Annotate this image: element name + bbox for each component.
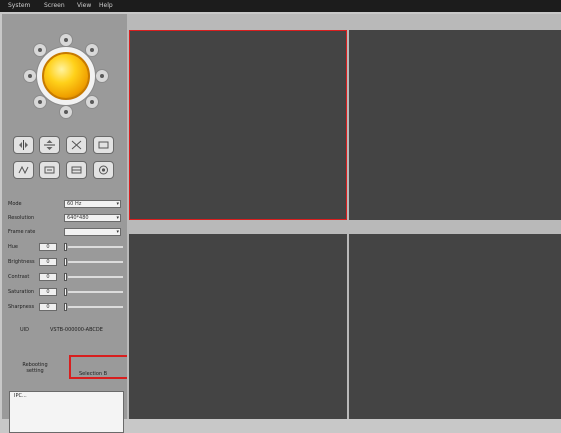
contrast-slider-track[interactable]: [68, 276, 123, 278]
ir-off-button[interactable]: [66, 161, 87, 179]
brightness-slider-track[interactable]: [68, 261, 123, 263]
saturation-value[interactable]: 0: [39, 288, 57, 296]
up-arrow-icon: [64, 38, 68, 42]
down-arrow-icon: [64, 110, 68, 114]
saturation-label: Saturation: [8, 289, 35, 295]
menu-help[interactable]: Help: [99, 2, 113, 10]
reboot-setting-button[interactable]: Rebooting setting: [16, 362, 54, 381]
resolution-value: 640*480: [67, 215, 89, 221]
chevron-down-icon: ▾: [116, 215, 119, 221]
contrast-label: Contrast: [8, 274, 30, 280]
brightness-slider-thumb[interactable]: [64, 258, 67, 266]
menu-view[interactable]: View: [77, 2, 91, 10]
brightness-label: Brightness: [8, 259, 35, 265]
ir-on-button[interactable]: [39, 161, 60, 179]
hue-slider-track[interactable]: [68, 246, 123, 248]
flip-vertical-button[interactable]: [13, 136, 34, 154]
sharpness-label: Sharpness: [8, 304, 35, 310]
mode-value: 60 Hz: [67, 201, 82, 207]
chevron-down-icon: ▾: [116, 229, 119, 235]
selection-label[interactable]: Selection B: [79, 371, 107, 377]
contrast-value[interactable]: 0: [39, 273, 57, 281]
ir-off-icon: [71, 166, 82, 174]
stop-cruise-icon: [98, 141, 109, 149]
contrast-slider-thumb[interactable]: [64, 273, 67, 281]
io-output-icon: [18, 165, 29, 175]
record-icon: [99, 165, 108, 175]
hue-value[interactable]: 0: [39, 243, 57, 251]
resolution-label: Resolution: [8, 215, 35, 221]
ir-on-icon: [44, 166, 55, 174]
mode-label: Mode: [8, 201, 22, 207]
ptz-control: [23, 33, 109, 119]
video-pane-2[interactable]: [349, 30, 561, 220]
flip-vertical-icon: [19, 140, 28, 150]
right-arrow-icon: [100, 74, 104, 78]
down-left-arrow-icon: [38, 100, 42, 104]
hue-label: Hue: [8, 244, 19, 250]
resolution-select[interactable]: 640*480 ▾: [64, 214, 121, 222]
mode-select[interactable]: 60 Hz ▾: [64, 200, 121, 208]
framerate-label: Frame rate: [8, 229, 36, 235]
uid-value: VSTB-000000-ABCDE: [50, 327, 103, 333]
stop-cruise-button[interactable]: [93, 136, 114, 154]
saturation-slider-thumb[interactable]: [64, 288, 67, 296]
io-output-button[interactable]: [13, 161, 34, 179]
video-pane-3[interactable]: [129, 234, 347, 419]
uid-label: UID: [20, 327, 29, 333]
up-left-arrow-icon: [38, 48, 42, 52]
device-list-item[interactable]: IPC...: [14, 393, 27, 399]
down-right-arrow-icon: [90, 100, 94, 104]
menu-screen[interactable]: Screen: [44, 2, 65, 10]
sharpness-slider-thumb[interactable]: [64, 303, 67, 311]
pan-up-button[interactable]: [59, 33, 73, 47]
framerate-select[interactable]: ▾: [64, 228, 121, 236]
yellow-ball-icon[interactable]: [42, 52, 90, 100]
hue-slider-thumb[interactable]: [64, 243, 67, 251]
sharpness-value[interactable]: 0: [39, 303, 57, 311]
chevron-down-icon: ▾: [116, 201, 119, 207]
record-button[interactable]: [93, 161, 114, 179]
menu-bar: System Screen View Help: [0, 0, 561, 12]
flip-horizontal-button[interactable]: [39, 136, 60, 154]
pan-left-button[interactable]: [23, 69, 37, 83]
video-pane-1[interactable]: [129, 30, 347, 220]
menu-system[interactable]: System: [8, 2, 30, 10]
video-area: [127, 14, 561, 419]
video-pane-4[interactable]: [349, 234, 561, 419]
left-arrow-icon: [28, 74, 32, 78]
sharpness-slider-track[interactable]: [68, 306, 123, 308]
cruise-icon: [71, 140, 82, 150]
flip-horizontal-icon: [44, 140, 55, 150]
pan-down-button[interactable]: [59, 105, 73, 119]
up-right-arrow-icon: [90, 48, 94, 52]
device-list[interactable]: IPC...: [9, 391, 124, 433]
control-panel: Mode 60 Hz ▾ Resolution 640*480 ▾ Frame ra…: [2, 14, 131, 433]
brightness-value[interactable]: 0: [39, 258, 57, 266]
saturation-slider-track[interactable]: [68, 291, 123, 293]
pan-right-button[interactable]: [95, 69, 109, 83]
cruise-button[interactable]: [66, 136, 87, 154]
